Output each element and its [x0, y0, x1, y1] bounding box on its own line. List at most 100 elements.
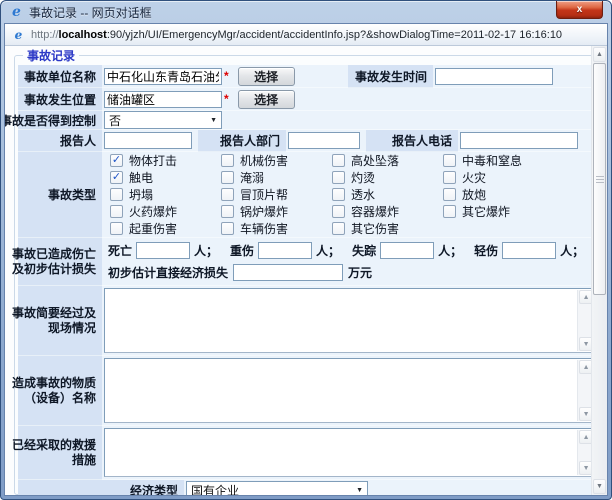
accident-type-option-label: 物体打击 — [129, 152, 177, 169]
row-accident-type: 事故类型 ✓物体打击机械伤害高处坠落中毒和窒息✓触电淹溺灼烫火灾坍塌冒顶片帮透水… — [18, 152, 598, 238]
accident-type-option[interactable]: 其它爆炸 — [443, 203, 596, 220]
accident-type-grid: ✓ 物体打击 机械伤害 高处坠落 中毒和窒息 ✓ 触电 淹溺 灼烫 火灾坍塌 冒顶片帮 透水放炮火药爆… — [104, 152, 596, 237]
required-mark: * — [224, 71, 229, 81]
checkbox-unchecked-icon[interactable] — [221, 171, 234, 184]
accident-type-option[interactable]: 淹溺 — [221, 169, 332, 186]
checkbox-unchecked-icon[interactable] — [221, 205, 234, 218]
accident-type-option-label: 锅炉爆炸 — [240, 203, 288, 220]
accident-type-option[interactable]: 灼烫 — [332, 169, 443, 186]
checkbox-unchecked-icon[interactable] — [110, 222, 123, 235]
economic-loss-line: 初步估计直接经济损失 万元 — [108, 262, 372, 284]
location-cell: * 选择 — [102, 88, 348, 111]
accident-type-option[interactable]: 容器爆炸 — [332, 203, 443, 220]
accident-type-option-label: 中毒和窒息 — [462, 152, 522, 169]
checkbox-unchecked-icon[interactable] — [443, 205, 456, 218]
brief-label-line1: 事故简要经过及 — [12, 306, 96, 321]
material-textarea[interactable]: ▲ ▼ — [104, 358, 596, 423]
casualty-count-input[interactable] — [258, 242, 312, 259]
checkbox-unchecked-icon[interactable] — [443, 188, 456, 201]
casualty-count-input[interactable] — [380, 242, 434, 259]
accident-type-option[interactable]: 车辆伤害 — [221, 220, 332, 237]
accident-type-option[interactable]: 中毒和窒息 — [443, 152, 596, 169]
occur-time-cell — [433, 65, 598, 88]
checkbox-unchecked-icon[interactable] — [332, 171, 345, 184]
economy-type-cell: 国有企业 ▼ — [184, 480, 598, 495]
checkbox-unchecked-icon[interactable] — [110, 205, 123, 218]
scrollbar-up-icon[interactable]: ▲ — [593, 47, 606, 62]
checkbox-unchecked-icon[interactable] — [221, 154, 234, 167]
checkbox-unchecked-icon[interactable] — [332, 154, 345, 167]
economy-type-select-value: 国有企业 — [191, 482, 239, 496]
rescue-label-line2: 措施 — [72, 453, 96, 468]
vertical-scrollbar[interactable]: ▲ ▼ — [591, 46, 607, 495]
casualty-count-input[interactable] — [502, 242, 556, 259]
rescue-textarea[interactable]: ▲ ▼ — [104, 428, 596, 477]
rescue-label-line1: 已经采取的救援 — [12, 438, 96, 453]
accident-type-option-label: 灼烫 — [351, 169, 375, 186]
casualty-count-input[interactable] — [136, 242, 190, 259]
accident-type-option[interactable]: 机械伤害 — [221, 152, 332, 169]
casualty-cell: 死亡人；重伤人；失踪人；轻伤人； 初步估计直接经济损失 万元 — [102, 238, 598, 286]
economy-type-select[interactable]: 国有企业 ▼ — [186, 481, 368, 495]
brief-label: 事故简要经过及 现场情况 — [18, 286, 102, 356]
accident-type-option[interactable]: 冒顶片帮 — [221, 186, 332, 203]
casualty-field-suffix: 人； — [316, 242, 340, 259]
checkbox-unchecked-icon[interactable] — [332, 188, 345, 201]
url-text[interactable]: http://localhost:90/yjzh/UI/EmergencyMgr… — [31, 29, 562, 41]
accident-type-option[interactable]: 火灾 — [443, 169, 596, 186]
economic-loss-label: 初步估计直接经济损失 — [108, 264, 228, 281]
accident-type-option-label: 起重伤害 — [129, 220, 177, 237]
accident-type-option[interactable]: 坍塌 — [110, 186, 221, 203]
accident-type-option-label: 冒顶片帮 — [240, 186, 288, 203]
scrollbar-down-icon[interactable]: ▼ — [593, 479, 606, 494]
scrollbar-thumb[interactable] — [593, 63, 606, 295]
unit-name-cell: * 选择 — [102, 65, 348, 88]
accident-type-option-label: 机械伤害 — [240, 152, 288, 169]
accident-type-option[interactable]: 其它伤害 — [332, 220, 443, 237]
economy-type-label: 经济类型 — [18, 480, 184, 495]
checkbox-unchecked-icon[interactable] — [443, 171, 456, 184]
casualty-field-suffix: 人； — [560, 242, 584, 259]
scrollbar-grip — [596, 176, 604, 183]
checkbox-unchecked-icon[interactable] — [332, 205, 345, 218]
economic-loss-input[interactable] — [233, 264, 343, 281]
dialog-client-area: e http://localhost:90/yjzh/UI/EmergencyM… — [4, 23, 608, 496]
close-button[interactable]: x — [556, 1, 603, 19]
accident-type-option-label: 触电 — [129, 169, 153, 186]
rescue-label: 已经采取的救援 措施 — [18, 426, 102, 480]
checkbox-unchecked-icon[interactable] — [110, 188, 123, 201]
dialog-window: e 事故记录 -- 网页对话框 x e http://localhost:90/… — [0, 0, 612, 500]
checkbox-unchecked-icon[interactable] — [221, 188, 234, 201]
row-controlled: 事故是否得到控制 否 ▼ — [18, 111, 598, 130]
checkbox-unchecked-icon[interactable] — [443, 154, 456, 167]
unit-name-select-button[interactable]: 选择 — [238, 67, 295, 86]
checkbox-unchecked-icon[interactable] — [221, 222, 234, 235]
reporter-dept-input[interactable] — [288, 132, 360, 149]
casualty-field-label: 轻伤 — [474, 242, 498, 259]
brief-textarea[interactable]: ▲ ▼ — [104, 288, 596, 353]
controlled-select[interactable]: 否 ▼ — [104, 111, 222, 129]
accident-type-option[interactable]: 锅炉爆炸 — [221, 203, 332, 220]
checkbox-checked-icon[interactable]: ✓ — [110, 154, 123, 167]
accident-type-option[interactable]: 放炮 — [443, 186, 596, 203]
reporter-dept-label: 报告人部门 — [198, 130, 286, 152]
accident-type-option[interactable]: ✓ 触电 — [110, 169, 221, 186]
checkbox-unchecked-icon[interactable] — [332, 222, 345, 235]
unit-name-label: 事故单位名称 — [18, 65, 102, 88]
accident-type-option[interactable]: ✓ 物体打击 — [110, 152, 221, 169]
title-bar: e 事故记录 -- 网页对话框 — [1, 1, 611, 23]
reporter-input[interactable] — [104, 132, 192, 149]
location-select-button[interactable]: 选择 — [238, 90, 295, 109]
location-input[interactable] — [104, 91, 222, 108]
casualty-field-suffix: 人； — [438, 242, 462, 259]
accident-type-option[interactable]: 高处坠落 — [332, 152, 443, 169]
unit-name-input[interactable] — [104, 68, 222, 85]
accident-type-option[interactable]: 透水 — [332, 186, 443, 203]
checkbox-checked-icon[interactable]: ✓ — [110, 171, 123, 184]
accident-type-option[interactable]: 起重伤害 — [110, 220, 221, 237]
material-label-line2: （设备）名称 — [24, 391, 96, 406]
material-label: 造成事故的物质 （设备）名称 — [18, 356, 102, 426]
accident-type-option[interactable]: 火药爆炸 — [110, 203, 221, 220]
reporter-phone-input[interactable] — [460, 132, 578, 149]
occur-time-input[interactable] — [435, 68, 553, 85]
